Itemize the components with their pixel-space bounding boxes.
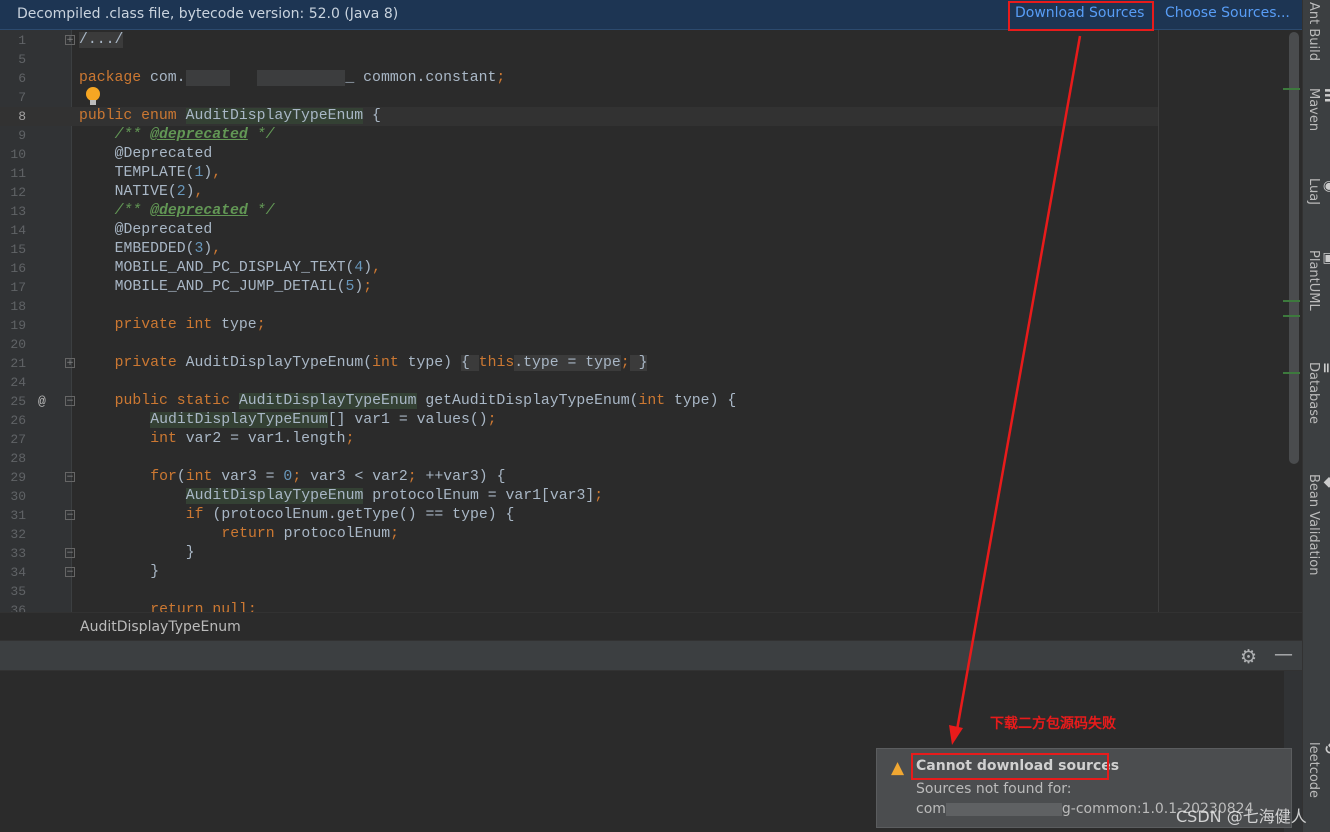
watermark: CSDN @七海健人 xyxy=(1176,807,1307,826)
annotation-arrow xyxy=(949,35,1082,745)
annotation-text: 下载二方包源码失败 xyxy=(990,716,1116,732)
